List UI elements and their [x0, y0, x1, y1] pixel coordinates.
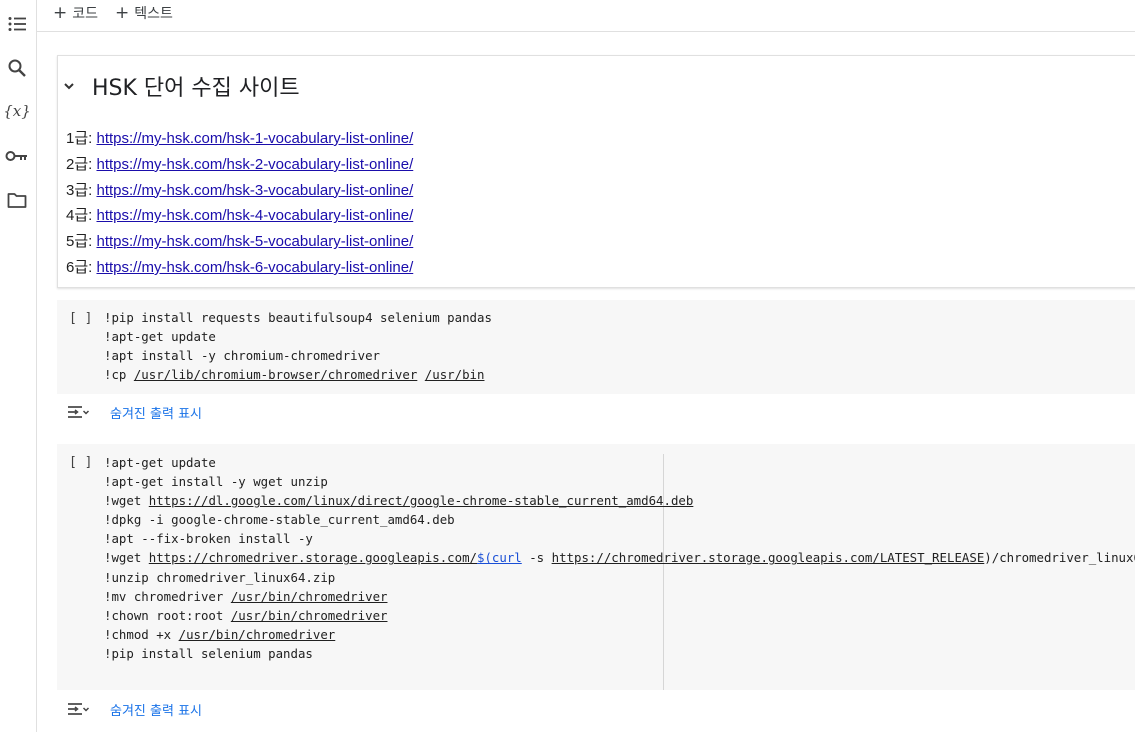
code-text: -s [521, 550, 552, 566]
code-text: !cp [104, 367, 134, 383]
code-text: !dpkg -i google-chrome-stable_current_am… [104, 512, 455, 528]
output-toggle: 숨겨진 출력 표시 [66, 699, 202, 719]
code-line: !pip install selenium pandas [104, 644, 1135, 663]
plus-icon: + [115, 3, 130, 23]
list-item: 6급: https://my-hsk.com/hsk-6-vocabulary-… [66, 255, 413, 281]
level-label: 5급: [66, 233, 93, 251]
code-command-substitution: $(curl [477, 550, 522, 566]
chevron-down-icon[interactable] [59, 76, 79, 96]
level-label: 2급: [66, 155, 93, 173]
code-line: !apt-get update [104, 453, 1135, 472]
code-path-link: https://chromedriver.storage.googleapis.… [551, 550, 985, 566]
section-heading: HSK 단어 수집 사이트 [58, 70, 300, 102]
add-code-label: 코드 [72, 6, 99, 22]
level-label: 1급: [66, 130, 93, 147]
output-expand-icon[interactable] [66, 699, 90, 719]
code-text: !pip install selenium pandas [104, 645, 313, 661]
code-editor[interactable]: !apt-get update !apt-get install -y wget … [104, 453, 1135, 663]
code-line: !chown root:root /usr/bin/chromedriver [104, 606, 1135, 625]
add-text-cell-button[interactable]: + 텍스트 [115, 3, 173, 23]
code-path-link: /usr/bin/chromedriver [178, 626, 336, 642]
run-cell-button[interactable]: [ ] [69, 455, 92, 470]
code-text: !pip install requests beautifulsoup4 sel… [104, 310, 492, 325]
code-line: !apt install -y chromium-chromedriver [104, 346, 492, 365]
code-line: !mv chromedriver /usr/bin/chromedriver [104, 587, 1135, 606]
code-line: !unzip chromedriver_linux64.zip [104, 568, 1135, 587]
code-line: !apt-get install -y wget unzip [104, 472, 1135, 491]
add-text-label: 텍스트 [134, 6, 173, 22]
code-editor[interactable]: !pip install requests beautifulsoup4 sel… [104, 308, 492, 384]
add-code-cell-button[interactable]: + 코드 [53, 3, 98, 23]
code-path-link: /usr/bin [424, 367, 485, 383]
hsk-link[interactable]: https://my-hsk.com/hsk-2-vocabulary-list… [96, 156, 413, 173]
code-line: !dpkg -i google-chrome-stable_current_am… [104, 510, 1135, 529]
code-line: !pip install requests beautifulsoup4 sel… [104, 308, 492, 327]
run-cell-button[interactable]: [ ] [69, 311, 92, 326]
code-line: !wget https://dl.google.com/linux/direct… [104, 491, 1135, 510]
show-hidden-output-link[interactable]: 숨겨진 출력 표시 [110, 403, 202, 422]
code-text: !apt install -y chromium-chromedriver [104, 348, 381, 364]
code-text: !chmod +x [104, 626, 179, 642]
list-item: 4급: https://my-hsk.com/hsk-4-vocabulary-… [66, 203, 413, 229]
code-line: !apt --fix-broken install -y [104, 529, 1135, 548]
code-path-link: /usr/bin/chromedriver [230, 607, 388, 623]
code-text: !apt-get install -y wget unzip [104, 474, 328, 490]
notebook-toolbar: + 코드 + 텍스트 [37, 0, 1135, 32]
hsk-link[interactable]: https://my-hsk.com/hsk-5-vocabulary-list… [96, 233, 413, 250]
code-path-link: /usr/bin/chromedriver [230, 588, 388, 604]
code-cell[interactable]: [ ] !apt-get update !apt-get install -y w… [57, 444, 1135, 690]
code-text: !mv chromedriver [104, 588, 231, 604]
code-path-link: https://dl.google.com/linux/direct/googl… [148, 493, 694, 509]
code-text: !apt --fix-broken install -y [104, 531, 313, 547]
variables-glyph: {x} [3, 102, 31, 120]
code-text: !unzip chromedriver_linux64.zip [104, 569, 336, 585]
code-line: !cp /usr/lib/chromium-browser/chromedriv… [104, 365, 492, 384]
variables-icon[interactable]: {x} [3, 99, 31, 123]
hsk-link-list: 1급: https://my-hsk.com/hsk-1-vocabulary-… [66, 126, 413, 281]
level-label: 6급: [66, 258, 93, 276]
list-item: 5급: https://my-hsk.com/hsk-5-vocabulary-… [66, 229, 413, 255]
plus-icon: + [53, 3, 68, 23]
hsk-link[interactable]: https://my-hsk.com/hsk-4-vocabulary-list… [96, 207, 413, 224]
left-sidebar: {x} [0, 0, 37, 732]
text-cell[interactable]: HSK 단어 수집 사이트 1급: https://my-hsk.com/hsk… [57, 55, 1135, 288]
hsk-link[interactable]: https://my-hsk.com/hsk-1-vocabulary-list… [96, 130, 413, 147]
code-line: !chmod +x /usr/bin/chromedriver [104, 625, 1135, 644]
level-label: 4급: [66, 207, 93, 225]
code-line: !wget https://chromedriver.storage.googl… [104, 548, 1135, 567]
code-text: )/chromedriver_linux64.zip [984, 550, 1135, 566]
section-title: HSK 단어 수집 사이트 [92, 76, 300, 101]
code-text: !wget [104, 550, 149, 566]
list-item: 3급: https://my-hsk.com/hsk-3-vocabulary-… [66, 178, 413, 204]
code-path-link: /usr/lib/chromium-browser/chromedriver [133, 367, 418, 383]
code-text: !apt-get update [104, 455, 216, 470]
code-text: !wget [104, 493, 149, 509]
table-of-contents-icon[interactable] [5, 12, 29, 36]
files-folder-icon[interactable] [5, 188, 29, 212]
level-label: 3급: [66, 181, 93, 199]
output-expand-icon[interactable] [66, 402, 90, 422]
code-path-link: https://chromedriver.storage.googleapis.… [148, 550, 477, 566]
output-toggle: 숨겨진 출력 표시 [66, 402, 202, 422]
code-line: !apt-get update [104, 327, 492, 346]
secrets-key-icon[interactable] [5, 144, 29, 168]
code-text: !apt-get update [104, 329, 216, 345]
list-item: 2급: https://my-hsk.com/hsk-2-vocabulary-… [66, 152, 413, 178]
code-text: !chown root:root [104, 607, 231, 623]
hsk-link[interactable]: https://my-hsk.com/hsk-6-vocabulary-list… [96, 259, 413, 276]
search-icon[interactable] [5, 56, 29, 80]
list-item: 1급: https://my-hsk.com/hsk-1-vocabulary-… [66, 126, 413, 152]
hsk-link[interactable]: https://my-hsk.com/hsk-3-vocabulary-list… [96, 182, 413, 199]
code-cell[interactable]: [ ] !pip install requests beautifulsoup4… [57, 300, 1135, 394]
show-hidden-output-link[interactable]: 숨겨진 출력 표시 [110, 700, 202, 719]
